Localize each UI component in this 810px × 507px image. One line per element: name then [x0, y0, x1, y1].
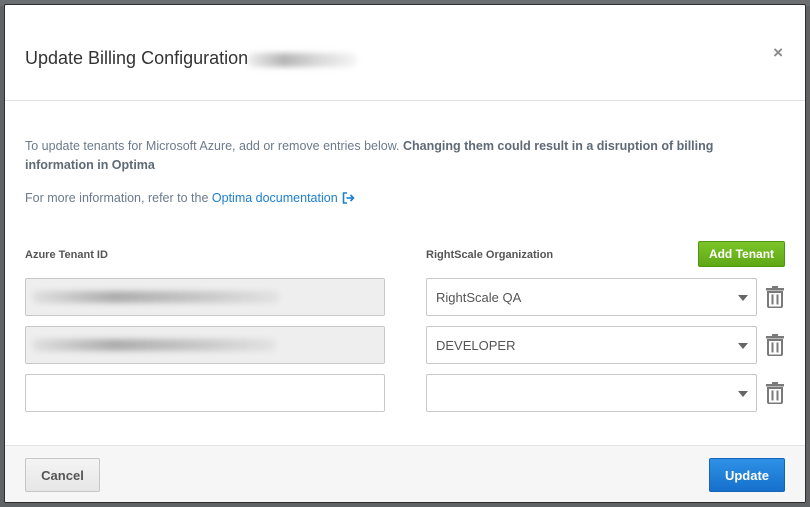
modal-body: To update tenants for Microsoft Azure, a…: [5, 101, 805, 443]
tenant-id-input[interactable]: [25, 326, 385, 364]
redacted-tenant-id: [32, 291, 280, 303]
trash-icon[interactable]: [766, 334, 784, 357]
organization-select[interactable]: [426, 374, 757, 412]
chevron-down-icon: [738, 295, 748, 301]
modal-footer: Cancel Update: [5, 445, 805, 502]
organization-select[interactable]: DEVELOPER: [426, 326, 757, 364]
close-icon[interactable]: ×: [773, 43, 783, 63]
more-info-text: For more information, refer to the Optim…: [25, 191, 355, 207]
tenant-id-input[interactable]: [25, 278, 385, 316]
modal-title: Update Billing Configuration: [25, 48, 249, 68]
more-info-prefix: For more information, refer to the: [25, 191, 212, 205]
update-billing-modal: Update Billing Configuration × To update…: [4, 4, 806, 503]
cancel-button[interactable]: Cancel: [25, 458, 100, 492]
redacted-account-name: [247, 53, 357, 67]
external-link-icon[interactable]: [342, 192, 355, 207]
chevron-down-icon: [738, 391, 748, 397]
tenant-id-header: Azure Tenant ID: [25, 249, 108, 261]
chevron-down-icon: [738, 343, 748, 349]
optima-documentation-link[interactable]: Optima documentation: [212, 191, 338, 205]
add-tenant-button[interactable]: Add Tenant: [698, 241, 785, 267]
select-value: RightScale QA: [436, 290, 522, 305]
modal-header: Update Billing Configuration ×: [5, 5, 805, 101]
tenant-id-input[interactable]: [25, 374, 385, 412]
redacted-tenant-id: [32, 339, 276, 351]
trash-icon[interactable]: [766, 286, 784, 309]
select-value: DEVELOPER: [436, 338, 516, 353]
organization-select[interactable]: RightScale QA: [426, 278, 757, 316]
organization-header: RightScale Organization: [426, 249, 554, 261]
info-text: To update tenants for Microsoft Azure, a…: [25, 137, 785, 175]
update-button[interactable]: Update: [709, 458, 785, 492]
info-text-plain: To update tenants for Microsoft Azure, a…: [25, 139, 403, 153]
trash-icon[interactable]: [766, 382, 784, 405]
